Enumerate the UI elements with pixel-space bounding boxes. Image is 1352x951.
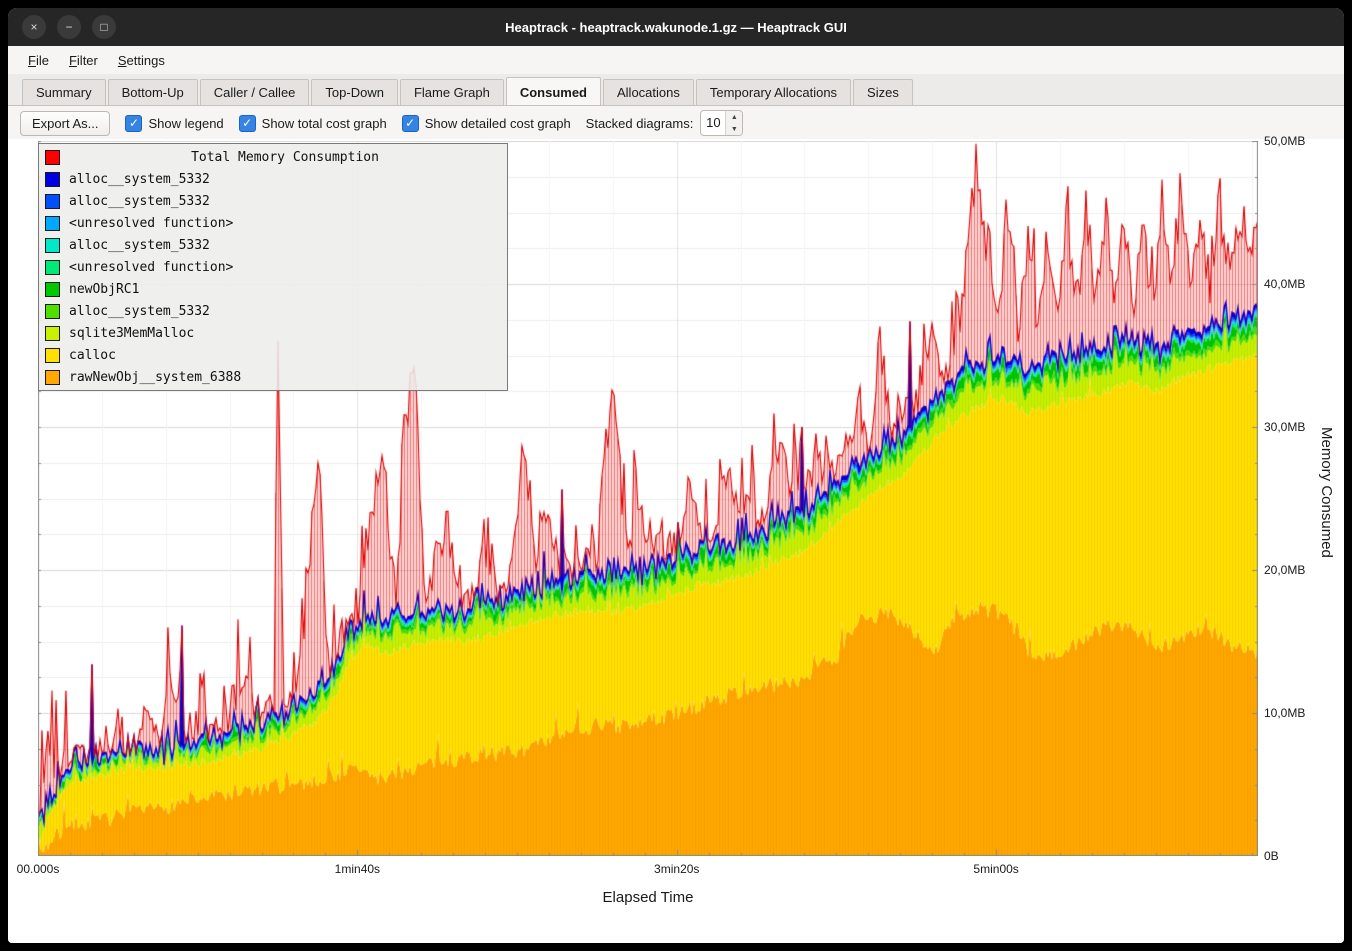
stacked-diagrams-spinbox[interactable]: 10 ▲ ▼ (700, 110, 743, 136)
export-as-button[interactable]: Export As... (20, 111, 110, 136)
legend-item-unresolved-function: <unresolved function> (39, 212, 507, 234)
legend-item-label: newObjRC1 (69, 282, 139, 297)
spin-buttons: ▲ ▼ (725, 111, 742, 135)
tab-consumed[interactable]: Consumed (506, 77, 601, 105)
legend-item-alloc-system-5332: alloc__system_5332 (39, 300, 507, 322)
legend-item-label: <unresolved function> (69, 216, 233, 231)
y-tick-label: 0B (1264, 849, 1279, 863)
x-tick-label: 00.000s (17, 862, 60, 876)
tab-bar: SummaryBottom-UpCaller / CalleeTop-DownF… (8, 74, 1344, 106)
checkbox-show-legend[interactable]: ✓ Show legend (125, 115, 223, 132)
checkbox-group: ✓ Show legend ✓ Show total cost graph ✓ Show … (125, 115, 570, 132)
legend-swatch (45, 370, 60, 385)
legend-item-label: <unresolved function> (69, 260, 233, 275)
legend-item-label: sqlite3MemMalloc (69, 326, 194, 341)
legend-item-newobjrc1: newObjRC1 (39, 278, 507, 300)
menu-bar: FileFilterSettings (8, 46, 1344, 74)
y-tick-label: 40,0MB (1264, 277, 1305, 291)
legend-item-sqlite3memmalloc: sqlite3MemMalloc (39, 322, 507, 344)
x-tick-label: 5min00s (973, 862, 1018, 876)
y-tick-label: 10,0MB (1264, 706, 1305, 720)
legend-title-swatch (45, 150, 60, 165)
checkbox-label: Show detailed cost graph (425, 116, 571, 131)
tab-caller-callee[interactable]: Caller / Callee (200, 79, 310, 105)
window-controls: ×−□ (22, 15, 116, 39)
menu-settings[interactable]: Settings (108, 50, 175, 71)
toolbar: Export As... ✓ Show legend ✓ Show total cos… (8, 106, 1344, 140)
menu-file[interactable]: File (18, 50, 59, 71)
close-button[interactable]: × (22, 15, 46, 39)
x-axis-title: Elapsed Time (38, 889, 1258, 906)
menu-filter[interactable]: Filter (59, 50, 108, 71)
tab-temporary-allocations[interactable]: Temporary Allocations (696, 79, 851, 105)
legend-item-alloc-system-5332: alloc__system_5332 (39, 190, 507, 212)
checkbox-box: ✓ (402, 115, 419, 132)
legend-swatch (45, 216, 60, 231)
legend-item-calloc: calloc (39, 344, 507, 366)
checkbox-show-detailed-cost-graph[interactable]: ✓ Show detailed cost graph (402, 115, 571, 132)
legend-item-rawnewobj-system-6388: rawNewObj__system_6388 (39, 366, 507, 388)
checkbox-box: ✓ (125, 115, 142, 132)
title-bar: ×−□ Heaptrack - heaptrack.wakunode.1.gz … (8, 8, 1344, 46)
y-tick-label: 30,0MB (1264, 420, 1305, 434)
checkbox-label: Show legend (148, 116, 223, 131)
stacked-diagrams-value[interactable]: 10 (701, 111, 725, 135)
tab-top-down[interactable]: Top-Down (311, 79, 398, 105)
tab-sizes[interactable]: Sizes (853, 79, 913, 105)
tab-summary[interactable]: Summary (22, 79, 106, 105)
legend-swatch (45, 326, 60, 341)
minimize-button[interactable]: − (57, 15, 81, 39)
legend-title: Total Memory Consumption (69, 150, 501, 165)
legend-item-label: alloc__system_5332 (69, 172, 210, 187)
checkbox-label: Show total cost graph (262, 116, 387, 131)
legend-swatch (45, 172, 60, 187)
legend-item-label: rawNewObj__system_6388 (69, 370, 241, 385)
stacked-diagrams-group: Stacked diagrams: 10 ▲ ▼ (586, 110, 744, 136)
y-tick-label: 20,0MB (1264, 563, 1305, 577)
maximize-button[interactable]: □ (92, 15, 116, 39)
legend-title-row: Total Memory Consumption (39, 146, 507, 168)
legend-item-unresolved-function: <unresolved function> (39, 256, 507, 278)
legend-item-label: calloc (69, 348, 116, 363)
legend-item-alloc-system-5332: alloc__system_5332 (39, 168, 507, 190)
tab-flame-graph[interactable]: Flame Graph (400, 79, 504, 105)
legend-swatch (45, 304, 60, 319)
spin-up-button[interactable]: ▲ (726, 111, 742, 123)
stacked-diagrams-label: Stacked diagrams: (586, 116, 694, 131)
y-tick-label: 50,0MB (1264, 134, 1305, 148)
legend-swatch (45, 282, 60, 297)
legend-swatch (45, 260, 60, 275)
spin-down-button[interactable]: ▼ (726, 123, 742, 135)
legend-item-label: alloc__system_5332 (69, 304, 210, 319)
x-tick-label: 3min20s (654, 862, 699, 876)
legend-item-alloc-system-5332: alloc__system_5332 (39, 234, 507, 256)
heaptrack-window: ×−□ Heaptrack - heaptrack.wakunode.1.gz … (8, 8, 1344, 943)
chart-legend: Total Memory Consumption alloc__system_5… (38, 143, 508, 391)
legend-swatch (45, 194, 60, 209)
legend-swatch (45, 348, 60, 363)
tab-allocations[interactable]: Allocations (603, 79, 694, 105)
tab-bottom-up[interactable]: Bottom-Up (108, 79, 198, 105)
legend-swatch (45, 238, 60, 253)
legend-item-label: alloc__system_5332 (69, 194, 210, 209)
y-axis-title: Memory Consumed (1318, 427, 1335, 558)
x-tick-label: 1min40s (335, 862, 380, 876)
legend-item-label: alloc__system_5332 (69, 238, 210, 253)
checkbox-show-total-cost-graph[interactable]: ✓ Show total cost graph (239, 115, 387, 132)
chart-region: Total Memory Consumption alloc__system_5… (8, 139, 1344, 943)
window-title: Heaptrack - heaptrack.wakunode.1.gz — He… (8, 20, 1344, 35)
checkbox-box: ✓ (239, 115, 256, 132)
